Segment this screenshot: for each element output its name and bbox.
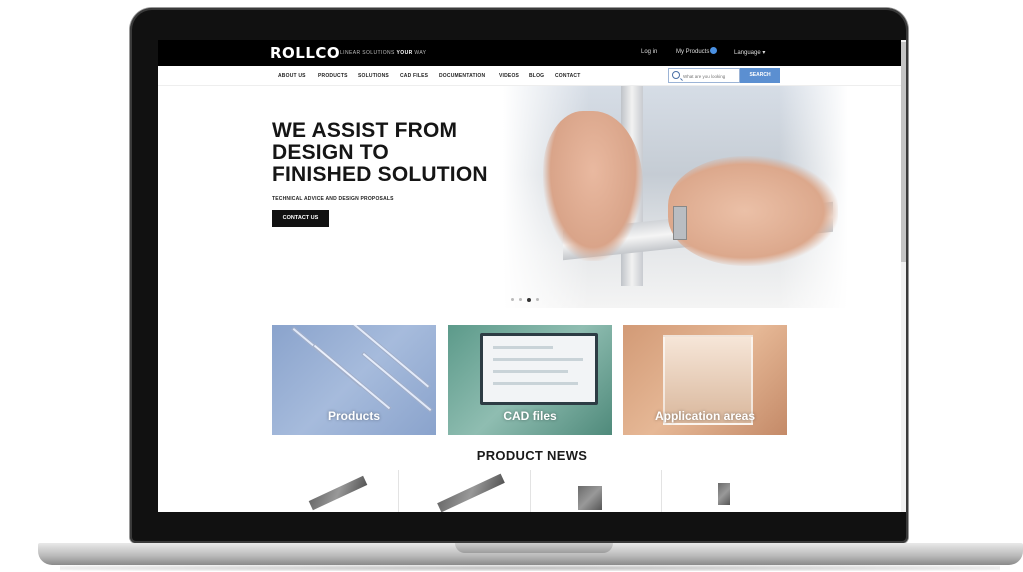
search-button[interactable]: SEARCH <box>740 68 780 83</box>
tagline: LINEAR SOLUTIONS YOUR WAY <box>340 50 427 56</box>
hero-subtitle: TECHNICAL ADVICE AND DESIGN PROPOSALS <box>272 196 394 202</box>
monitor-image <box>480 333 598 405</box>
divider <box>398 470 399 512</box>
carousel-dot[interactable] <box>511 298 514 301</box>
tile-label: Application areas <box>654 409 756 423</box>
tile-application-areas[interactable]: Application areas <box>623 325 787 435</box>
scrollbar-thumb[interactable] <box>901 42 906 262</box>
ui-bar <box>493 370 568 373</box>
laptop-notch <box>455 543 613 553</box>
hero-image <box>503 86 848 308</box>
product-image[interactable] <box>718 483 730 505</box>
login-link[interactable]: Log in <box>641 49 657 55</box>
metal-bracket <box>673 206 687 240</box>
nav-products[interactable]: PRODUCTS <box>318 73 348 79</box>
nav-videos[interactable]: VIDEOS <box>499 73 519 79</box>
divider <box>661 470 662 512</box>
nav-blog[interactable]: BLOG <box>529 73 544 79</box>
nav-documentation[interactable]: DOCUMENTATION <box>439 73 485 79</box>
hero-banner: WE ASSIST FROM DESIGN TO FINISHED SOLUTI… <box>158 86 906 308</box>
tile-label: Products <box>327 409 380 423</box>
product-image[interactable] <box>578 486 602 510</box>
carousel-dot[interactable] <box>536 298 539 301</box>
rail-part <box>312 343 392 411</box>
hero-title: WE ASSIST FROM DESIGN TO FINISHED SOLUTI… <box>272 119 488 186</box>
nav-cad-files[interactable]: CAD FILES <box>400 73 428 79</box>
ui-bar <box>493 358 583 361</box>
tile-label: CAD files <box>503 409 557 423</box>
divider <box>530 470 531 512</box>
nav-solutions[interactable]: SOLUTIONS <box>358 73 389 79</box>
ui-bar <box>493 382 578 385</box>
carousel-dot[interactable] <box>519 298 522 301</box>
search-input[interactable] <box>683 72 738 80</box>
top-bar: ROLLCO LINEAR SOLUTIONS YOUR WAY Log in … <box>158 40 906 66</box>
scrollbar[interactable] <box>901 40 906 512</box>
language-selector[interactable]: Language ▾ <box>734 49 765 56</box>
tile-products[interactable]: Products <box>272 325 436 435</box>
product-image[interactable] <box>308 475 368 511</box>
product-news-heading: PRODUCT NEWS <box>476 448 588 463</box>
ui-bar <box>493 346 553 349</box>
notification-badge <box>710 47 718 54</box>
logo[interactable]: ROLLCO <box>270 44 340 62</box>
laptop-screen: ROLLCO LINEAR SOLUTIONS YOUR WAY Log in … <box>158 40 906 512</box>
product-image[interactable] <box>437 473 505 512</box>
contact-us-button[interactable]: CONTACT US <box>272 210 329 227</box>
nav-about-us[interactable]: ABOUT US <box>278 73 306 79</box>
laptop-shadow <box>60 565 1000 571</box>
carousel-dots <box>511 297 539 302</box>
my-products-link[interactable]: My Products <box>676 47 718 55</box>
carousel-dot-active[interactable] <box>527 297 531 302</box>
search-box <box>668 68 740 83</box>
main-nav: ABOUT US PRODUCTS SOLUTIONS CAD FILES DO… <box>158 66 906 86</box>
tile-cad-files[interactable]: CAD files <box>448 325 612 435</box>
nav-contact[interactable]: CONTACT <box>555 73 580 79</box>
hand-left <box>543 111 643 261</box>
hand-right <box>668 156 838 266</box>
search-icon <box>672 71 680 79</box>
